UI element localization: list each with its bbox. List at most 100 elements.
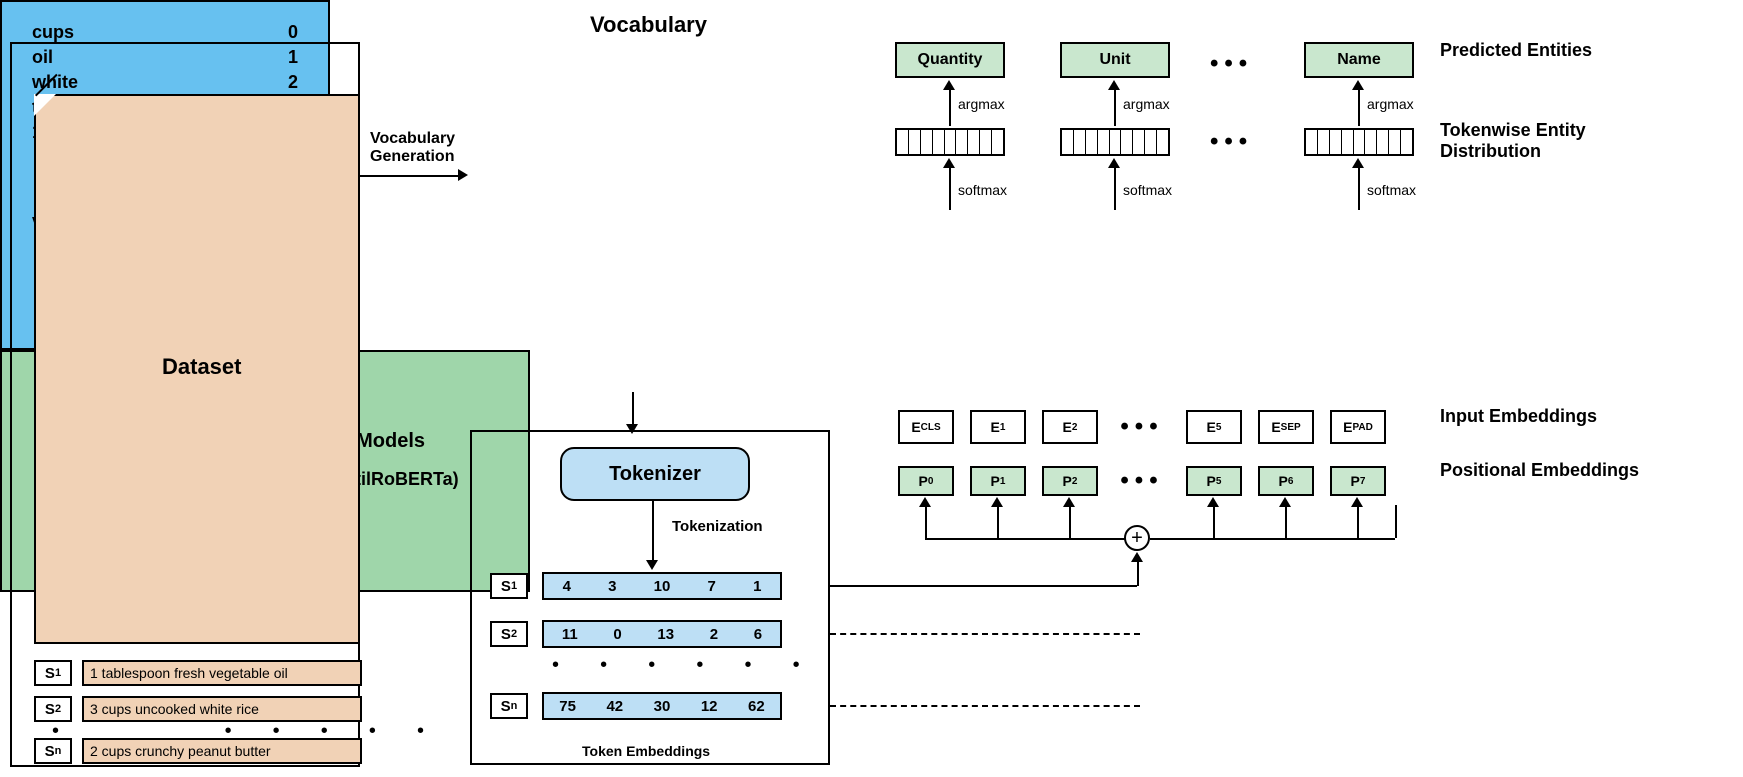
softmax-label-1: softmax: [958, 182, 1007, 198]
softmax-arrow-1: [949, 166, 951, 210]
sentence-label-s1: S1: [34, 660, 72, 686]
tok-sn-4: 62: [748, 698, 765, 715]
argmax-label-2: argmax: [1123, 96, 1170, 112]
embedding-label-s2: S2: [490, 621, 528, 647]
pe-wire-5: [1213, 505, 1215, 538]
ie-sep: ESEP: [1258, 410, 1314, 444]
argmax-label-1: argmax: [958, 96, 1005, 112]
label-tokenwise-dist: Tokenwise Entity Distribution: [1440, 120, 1690, 162]
argmax-head-1: [943, 80, 955, 90]
pe-head-0: [919, 497, 931, 507]
ie-cls: ECLS: [898, 410, 954, 444]
embedding-box-s1: 4 3 10 7 1: [542, 572, 782, 600]
arrow-s1-plus: [830, 585, 1137, 587]
softmax-arrow-2: [1114, 166, 1116, 210]
tokenizer-box: Tokenizer: [560, 447, 750, 501]
ie-pad-sub: PAD: [1352, 422, 1372, 433]
embedding-row-s1: S1 4 3 10 7 1: [490, 572, 782, 600]
label-input-embeddings: Input Embeddings: [1440, 406, 1690, 427]
dist-quantity: [895, 128, 1005, 156]
arrow-s1-plus-v: [1137, 560, 1139, 586]
tok-sn-0: 75: [559, 698, 576, 715]
sentence-text-s1: 1 tablespoon fresh vegetable oil: [82, 660, 362, 686]
pe-2-sub: 2: [1072, 476, 1078, 487]
ie-e5-sub: 5: [1216, 422, 1222, 433]
plus-wire-left: [925, 538, 1125, 540]
arrow-vocab-tokenizer: [632, 392, 634, 426]
embedding-row-s2: S2 11 0 13 2 6: [490, 620, 782, 648]
vocab-word-0: cups: [32, 22, 74, 43]
sentence-row-2: S2 3 cups uncooked white rice: [34, 696, 362, 722]
pe-5-sub: 5: [1216, 476, 1222, 487]
ie-ellipsis: •••: [1114, 413, 1170, 441]
vocab-title: Vocabulary: [590, 12, 707, 38]
softmax-arrow-3: [1358, 166, 1360, 210]
ie-cls-sub: CLS: [921, 422, 941, 433]
pe-5: P5: [1186, 466, 1242, 496]
tok-sn-2: 30: [654, 698, 671, 715]
argmax-arrow-2: [1114, 88, 1116, 126]
tok-s1-4: 1: [753, 578, 761, 595]
ie-sep-sub: SEP: [1281, 422, 1301, 433]
embedding-box-s2: 11 0 13 2 6: [542, 620, 782, 648]
pe-0-sub: 0: [928, 476, 934, 487]
pe-wire-7: [1357, 505, 1359, 538]
ie-e2: E2: [1042, 410, 1098, 444]
pe-6: P6: [1258, 466, 1314, 496]
pe-wire-1: [997, 505, 999, 538]
embedding-box-sn: 75 42 30 12 62: [542, 692, 782, 720]
entity-unit: Unit: [1060, 42, 1170, 78]
tok-s1-1: 3: [608, 578, 616, 595]
ie-e5: E5: [1186, 410, 1242, 444]
tok-s1-3: 7: [708, 578, 716, 595]
embedding-label-s1: S1: [490, 573, 528, 599]
argmax-arrow-1: [949, 88, 951, 126]
positional-embeddings-row: P0 P1 P2 ••• P5 P6 P7: [898, 466, 1386, 496]
pe-head-1: [991, 497, 1003, 507]
softmax-head-3: [1352, 158, 1364, 168]
dashed-sn-plus: [830, 705, 1140, 707]
softmax-label-3: softmax: [1367, 182, 1416, 198]
tok-sn-1: 42: [606, 698, 623, 715]
pe-6-sub: 6: [1288, 476, 1294, 487]
sentence-text-s2: 3 cups uncooked white rice: [82, 696, 362, 722]
token-embeddings-caption: Token Embeddings: [582, 743, 710, 759]
pe-7: P7: [1330, 466, 1386, 496]
dashed-s2-plus: [830, 633, 1140, 635]
vocab-generation-label: Vocabulary Generation: [370, 130, 470, 166]
ie-e1-sub: 1: [1000, 422, 1006, 433]
ie-e2-sub: 2: [1072, 422, 1078, 433]
arrow-tokenizer-emb: [652, 501, 654, 563]
tok-sn-3: 12: [701, 698, 718, 715]
pe-head-5: [1207, 497, 1219, 507]
input-embeddings-row: ECLS E1 E2 ••• E5 ESEP EPAD: [898, 410, 1386, 444]
pe-1-sub: 1: [1000, 476, 1006, 487]
pe-head-7: [1351, 497, 1363, 507]
tok-s2-2: 13: [657, 626, 674, 643]
dataset-panel: Dataset S1 1 tablespoon fresh vegetable …: [10, 42, 360, 767]
dist-unit: [1060, 128, 1170, 156]
dataset-title: Dataset: [162, 354, 241, 380]
vocab-id-0: 0: [288, 22, 298, 43]
argmax-head-3: [1352, 80, 1364, 90]
dist-ellipsis: •••: [1210, 128, 1253, 156]
sentence-label-sn: Sn: [34, 738, 72, 764]
entity-ellipsis: •••: [1210, 50, 1253, 78]
embedding-ellipsis: • • • • • •: [552, 654, 792, 677]
pe-wire-2: [1069, 505, 1071, 538]
pe-wire-end: [1395, 505, 1397, 538]
ie-e1: E1: [970, 410, 1026, 444]
arrowhead-s1-plus: [1131, 552, 1143, 562]
pe-7-sub: 7: [1360, 476, 1366, 487]
tok-s1-0: 4: [563, 578, 571, 595]
dist-name: [1304, 128, 1414, 156]
sentence-row-1: S1 1 tablespoon fresh vegetable oil: [34, 660, 362, 686]
pe-2: P2: [1042, 466, 1098, 496]
embedding-row-sn: Sn 75 42 30 12 62: [490, 692, 782, 720]
ie-pad: EPAD: [1330, 410, 1386, 444]
softmax-head-2: [1108, 158, 1120, 168]
pe-ellipsis: •••: [1114, 467, 1170, 495]
argmax-label-3: argmax: [1367, 96, 1414, 112]
softmax-label-2: softmax: [1123, 182, 1172, 198]
softmax-head-1: [943, 158, 955, 168]
